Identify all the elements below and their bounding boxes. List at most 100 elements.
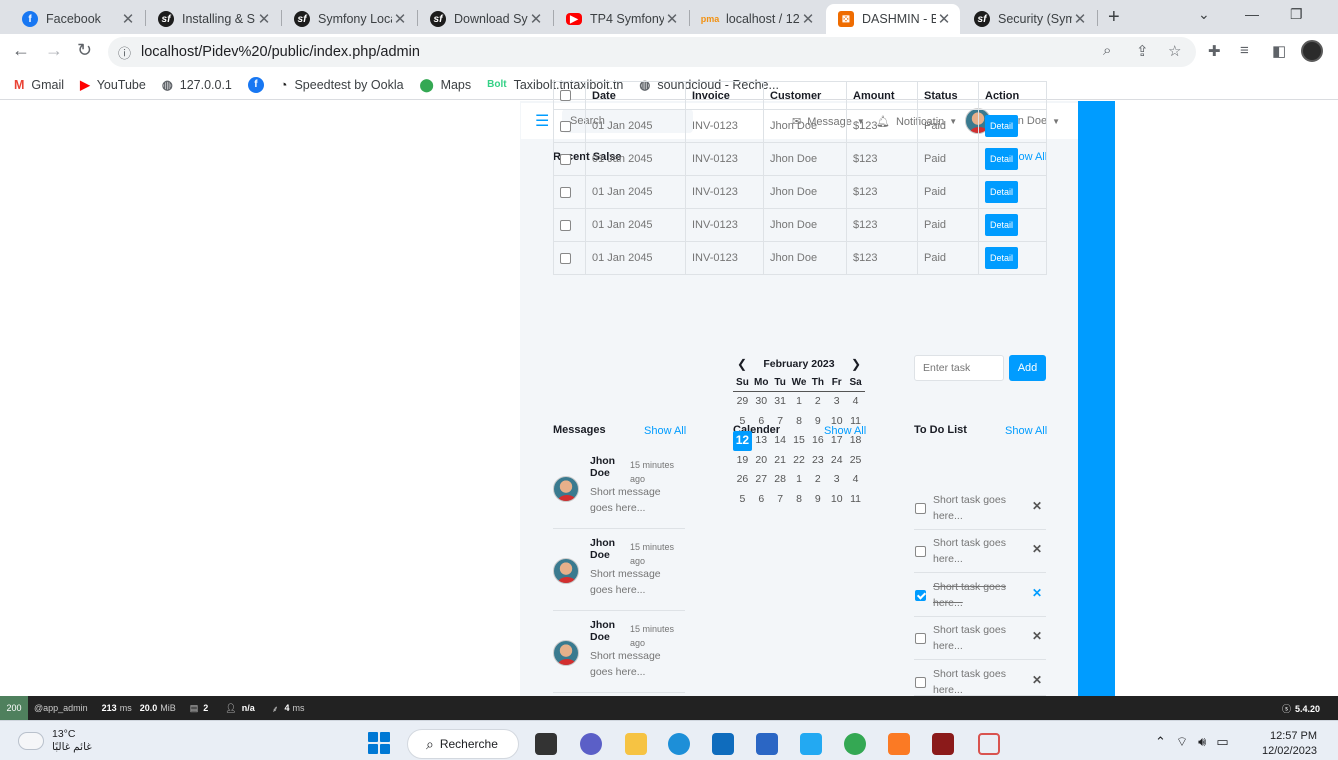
close-icon[interactable]: ✕ [120,10,136,28]
calendar-day[interactable]: 14 [771,431,790,451]
task-checkbox[interactable] [915,677,926,688]
calendar-day[interactable]: 3 [827,470,846,490]
bookmark-speedtest[interactable]: ◔ Speedtest by Ookla [280,78,404,92]
calendar-day[interactable]: 4 [846,392,865,412]
delete-task-icon[interactable]: ✕ [1032,586,1042,600]
calendar-day[interactable]: 10 [827,490,846,510]
calendar-day[interactable]: 15 [790,431,809,451]
calendar-day[interactable]: 9 [808,490,827,510]
close-icon[interactable]: ✕ [664,10,680,28]
minimize-icon[interactable]: — [1245,6,1259,22]
bookmark-maps[interactable]: ⬤ Maps [420,77,472,93]
calendar-day[interactable]: 23 [808,451,827,471]
add-task-button[interactable]: Add [1009,355,1046,381]
calendar-day[interactable]: 13 [752,431,771,451]
row-checkbox[interactable] [560,186,571,198]
store-icon[interactable] [756,733,778,755]
site-info-icon[interactable]: ⓘ [118,43,131,62]
memory-usage[interactable]: 20.0 MiB [140,703,176,713]
bookmark-gmail[interactable]: M Gmail [14,78,64,92]
calendar-day[interactable]: 8 [790,490,809,510]
close-icon[interactable]: ✕ [800,10,816,28]
calendar-day[interactable]: 31 [771,392,790,412]
calendar-day-today[interactable]: 12 [733,431,752,451]
reload-icon[interactable]: ↻ [77,40,92,61]
calendar-day[interactable]: 17 [827,431,846,451]
calendar-day[interactable]: 2 [808,470,827,490]
windows-start-icon[interactable] [368,732,390,754]
calendar-day[interactable]: 6 [752,490,771,510]
delete-task-icon[interactable]: ✕ [1032,542,1042,556]
calendar-day[interactable]: 21 [771,451,790,471]
close-icon[interactable]: ✕ [528,10,544,28]
share-icon[interactable]: ⇪ [1136,42,1149,60]
calendar-day[interactable]: 4 [846,470,865,490]
calendar-day[interactable]: 5 [733,412,752,432]
browser-tab-installing[interactable]: sf Installing & S ✕ [146,4,280,34]
close-icon[interactable]: ✕ [936,10,952,28]
calendar-day[interactable]: 9 [808,412,827,432]
calendar-day[interactable]: 11 [846,412,865,432]
volume-icon[interactable]: 🔊︎ [1198,734,1206,750]
calendar-day[interactable]: 7 [771,412,790,432]
show-hidden-icons-icon[interactable]: ⌃ [1155,734,1166,750]
calendar-day[interactable]: 30 [752,392,771,412]
restore-icon[interactable]: ❐ [1290,6,1303,23]
detail-button[interactable]: Detail [985,115,1019,137]
security-user[interactable]: 👤︎ n/a [225,703,257,714]
vscode-icon[interactable] [800,733,822,755]
row-checkbox[interactable] [560,153,571,165]
db-queries[interactable]: ▤ 2 [190,703,212,714]
snipping-tool-icon[interactable] [978,733,1000,755]
calendar-day[interactable]: 1 [790,392,809,412]
symfony-version[interactable]: ⓢ 5.4.20 [1282,702,1320,715]
delete-task-icon[interactable]: ✕ [1032,673,1042,687]
calendar-day[interactable]: 25 [846,451,865,471]
status-code[interactable]: 200 [0,696,28,720]
detail-button[interactable]: Detail [985,181,1019,203]
calendar-day[interactable]: 7 [771,490,790,510]
task-checkbox[interactable] [915,503,926,514]
row-checkbox[interactable] [560,219,571,231]
bookmark-star-icon[interactable]: ☆ [1168,42,1181,60]
edge-icon[interactable] [668,733,690,755]
calendar-day[interactable]: 5 [733,490,752,510]
side-panel-icon[interactable]: ◧ [1272,42,1286,60]
zoom-icon[interactable]: ⌕ [1103,42,1111,59]
winrar-icon[interactable] [932,733,954,755]
task-checkbox[interactable] [915,590,926,601]
task-checkbox[interactable] [915,633,926,644]
bookmark-youtube[interactable]: ▶ YouTube [80,77,146,93]
task-checkbox[interactable] [915,546,926,557]
tab-search-chevron-icon[interactable]: ⌄ [1198,6,1210,23]
bookmark-facebook[interactable]: f [247,76,264,93]
taskbar-clock[interactable]: 12:57 PM 12/02/2023 [1262,729,1317,759]
delete-task-icon[interactable]: ✕ [1032,629,1042,643]
task-view-icon[interactable] [535,733,557,755]
calendar-day[interactable]: 20 [752,451,771,471]
calendar-day[interactable]: 6 [752,412,771,432]
media-control-icon[interactable]: ≡ [1240,42,1249,59]
message-item[interactable]: Jhon Doe 15 minutes ago Short message go… [553,619,685,693]
address-bar[interactable]: ⓘ localhost/Pidev%20/public/index.php/ad… [108,37,1196,67]
detail-button[interactable]: Detail [985,214,1019,236]
calendar-day[interactable]: 2 [808,392,827,412]
browser-tab-security[interactable]: sf Security (Sym ✕ [962,4,1096,34]
taskbar-search[interactable]: ⌕ Recherche [407,729,519,759]
calendar-day[interactable]: 10 [827,412,846,432]
file-explorer-icon[interactable] [625,733,647,755]
calendar-day[interactable]: 1 [790,470,809,490]
calendar-day[interactable]: 18 [846,431,865,451]
browser-tab-tp4[interactable]: ▶ TP4 Symfony ✕ [554,4,688,34]
profile-avatar[interactable] [1301,40,1323,62]
url-text[interactable]: localhost/Pidev%20/public/index.php/admi… [141,44,420,60]
todo-show-all-link[interactable]: Show All [1005,425,1047,437]
calendar-day[interactable]: 8 [790,412,809,432]
calendar-day[interactable]: 11 [846,490,865,510]
new-tab-icon[interactable]: + [1108,6,1120,29]
next-month-icon[interactable]: ❯ [847,357,865,371]
browser-tab-dashmin[interactable]: ⊠ DASHMIN - B ✕ [826,4,960,34]
menu-toggle-icon[interactable]: ☰ [535,111,549,131]
twig-time[interactable]: ⸙ 4 ms [272,702,305,715]
extensions-icon[interactable]: ✚ [1208,42,1221,60]
